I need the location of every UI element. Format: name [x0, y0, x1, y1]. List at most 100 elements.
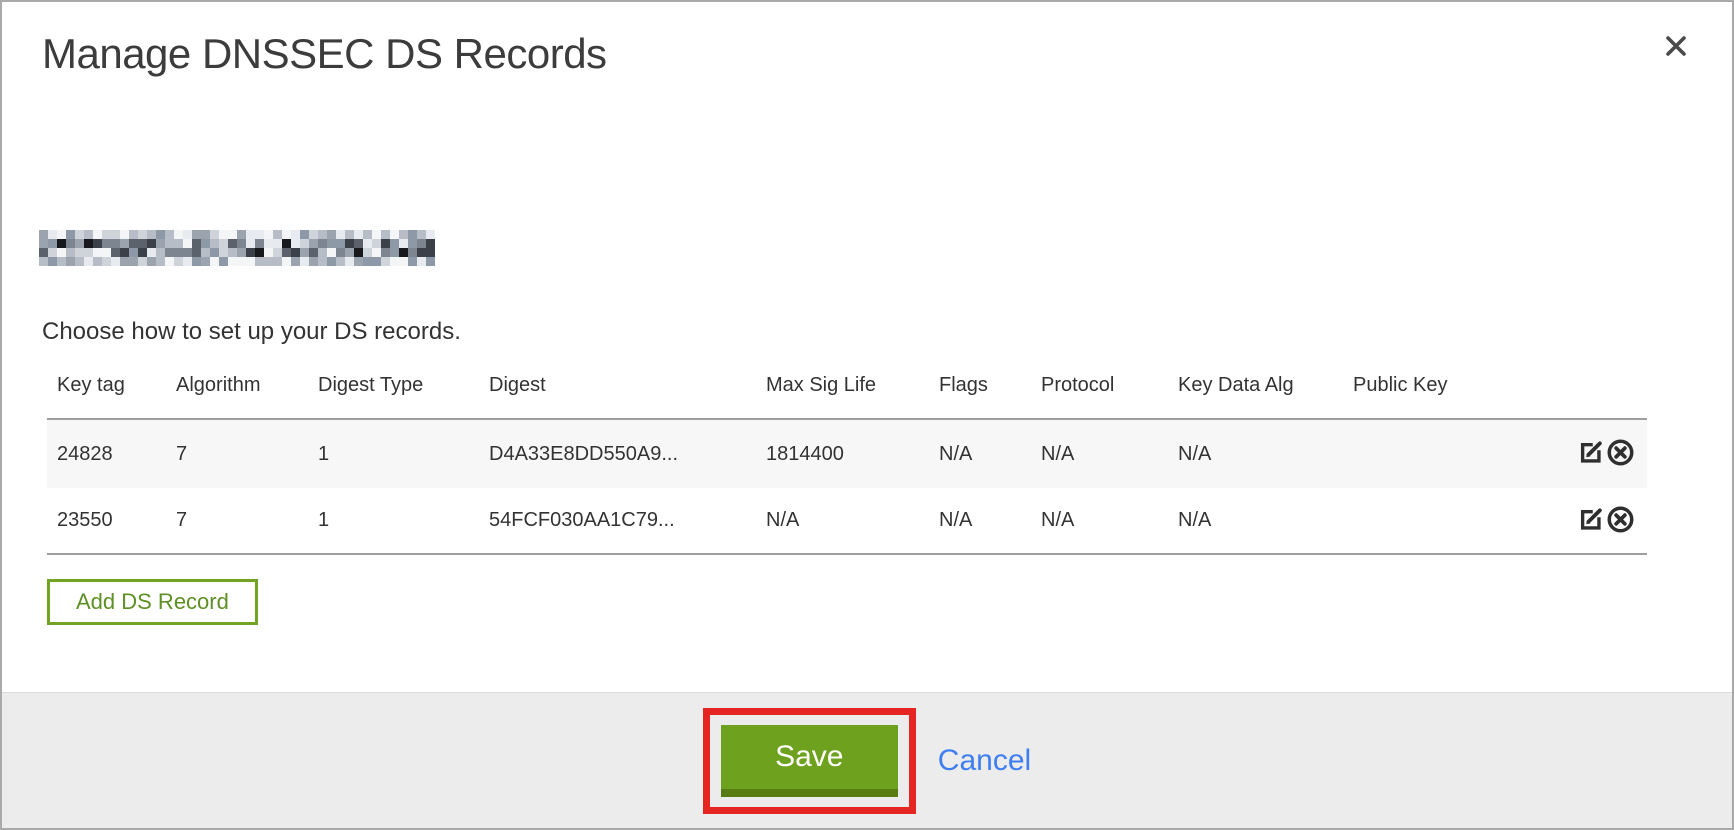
redaction-pixel: [381, 239, 390, 248]
redaction-pixel: [363, 239, 372, 248]
redaction-pixel: [264, 248, 273, 257]
redaction-pixel: [336, 257, 345, 266]
redaction-pixel: [282, 248, 291, 257]
redaction-pixel: [318, 230, 327, 239]
redaction-pixel: [147, 239, 156, 248]
redaction-pixel: [66, 230, 75, 239]
redaction-pixel: [336, 230, 345, 239]
redaction-pixel: [354, 230, 363, 239]
cell-digest-type: 1: [308, 419, 479, 488]
redaction-pixel: [165, 248, 174, 257]
redaction-pixel: [210, 239, 219, 248]
redaction-pixel: [129, 230, 138, 239]
redaction-pixel: [237, 257, 246, 266]
cell-digest: D4A33E8DD550A9...: [479, 419, 756, 488]
redaction-pixel: [363, 257, 372, 266]
redaction-pixel: [102, 257, 111, 266]
instruction-text: Choose how to set up your DS records.: [42, 318, 461, 346]
redaction-pixel: [291, 239, 300, 248]
add-ds-record-button[interactable]: Add DS Record: [47, 579, 258, 625]
redaction-pixel: [309, 230, 318, 239]
redaction-pixel: [39, 257, 48, 266]
redaction-pixel: [282, 230, 291, 239]
redaction-pixel: [93, 230, 102, 239]
redaction-pixel: [192, 257, 201, 266]
redaction-pixel: [372, 257, 381, 266]
redaction-pixel: [129, 248, 138, 257]
redaction-pixel: [84, 257, 93, 266]
redaction-pixel: [327, 248, 336, 257]
cell-key-tag: 24828: [47, 419, 166, 488]
redaction-pixel: [345, 239, 354, 248]
redaction-pixel: [39, 230, 48, 239]
redaction-pixel: [363, 248, 372, 257]
manage-dnssec-ds-records-dialog: Manage DNSSEC DS Records Choose how to s…: [0, 0, 1734, 830]
col-header-actions: [1556, 362, 1647, 419]
redaction-pixel: [39, 248, 48, 257]
cancel-link[interactable]: Cancel: [938, 744, 1031, 778]
redaction-pixel: [309, 239, 318, 248]
redaction-pixel: [93, 239, 102, 248]
redaction-pixel: [48, 239, 57, 248]
redaction-pixel: [102, 230, 111, 239]
ds-records-table: Key tag Algorithm Digest Type Digest Max…: [47, 362, 1647, 555]
redaction-pixel: [255, 257, 264, 266]
redaction-pixel: [165, 257, 174, 266]
redaction-pixel: [183, 230, 192, 239]
redaction-pixel: [120, 248, 129, 257]
table-header-row: Key tag Algorithm Digest Type Digest Max…: [47, 362, 1647, 419]
redaction-pixel: [156, 248, 165, 257]
redaction-pixel: [57, 239, 66, 248]
redaction-pixel: [390, 239, 399, 248]
redacted-domain-name: [39, 230, 435, 266]
redaction-pixel: [84, 230, 93, 239]
redaction-pixel: [426, 248, 435, 257]
redaction-pixel: [300, 230, 309, 239]
cell-algorithm: 7: [166, 419, 308, 488]
redaction-pixel: [66, 257, 75, 266]
redaction-pixel: [66, 239, 75, 248]
edit-record-button[interactable]: [1577, 439, 1604, 469]
redaction-pixel: [372, 239, 381, 248]
edit-icon: [1577, 521, 1604, 536]
cell-algorithm: 7: [166, 488, 308, 554]
redaction-pixel: [237, 248, 246, 257]
redaction-pixel: [219, 239, 228, 248]
redaction-pixel: [201, 248, 210, 257]
redaction-pixel: [399, 248, 408, 257]
delete-record-button[interactable]: [1606, 505, 1635, 537]
redaction-pixel: [111, 230, 120, 239]
redaction-pixel: [93, 248, 102, 257]
save-button[interactable]: Save: [721, 725, 898, 797]
redaction-pixel: [129, 239, 138, 248]
redaction-pixel: [345, 257, 354, 266]
redaction-pixel: [111, 239, 120, 248]
redaction-pixel: [354, 239, 363, 248]
redaction-pixel: [228, 248, 237, 257]
redaction-pixel: [57, 257, 66, 266]
edit-record-button[interactable]: [1577, 506, 1604, 536]
redaction-pixel: [291, 248, 300, 257]
cell-flags: N/A: [929, 419, 1031, 488]
redaction-pixel: [120, 257, 129, 266]
delete-record-button[interactable]: [1606, 438, 1635, 470]
redaction-pixel: [156, 239, 165, 248]
close-button[interactable]: [1656, 26, 1696, 66]
redaction-pixel: [273, 248, 282, 257]
redaction-pixel: [210, 248, 219, 257]
cell-protocol: N/A: [1031, 419, 1168, 488]
redaction-pixel: [399, 230, 408, 239]
redaction-pixel: [426, 257, 435, 266]
redaction-pixel: [102, 239, 111, 248]
close-icon: [1662, 32, 1690, 60]
redaction-pixel: [174, 248, 183, 257]
redaction-pixel: [192, 230, 201, 239]
col-header-protocol: Protocol: [1031, 362, 1168, 419]
redaction-pixel: [309, 257, 318, 266]
redaction-pixel: [120, 239, 129, 248]
redaction-pixel: [228, 257, 237, 266]
redaction-pixel: [174, 239, 183, 248]
redaction-pixel: [75, 230, 84, 239]
redaction-pixel: [417, 248, 426, 257]
redaction-pixel: [237, 230, 246, 239]
